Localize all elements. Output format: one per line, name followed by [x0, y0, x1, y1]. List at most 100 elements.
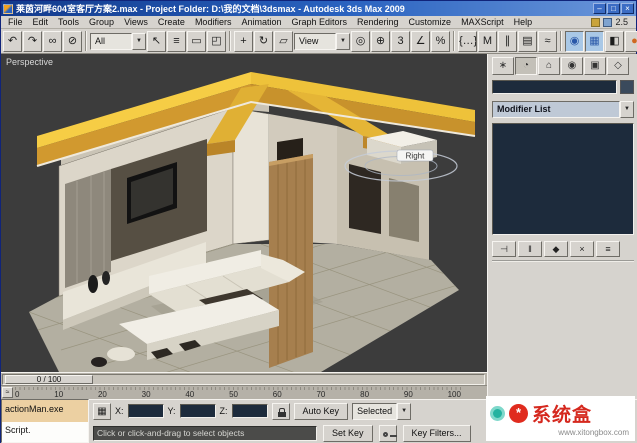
key-filter-selected-dropdown[interactable]: Selected ▼ — [352, 402, 412, 420]
close-button[interactable]: × — [621, 3, 634, 14]
undo-icon[interactable]: ↶ — [3, 30, 22, 52]
chevron-down-icon[interactable]: ▼ — [397, 402, 412, 420]
chevron-down-icon[interactable]: ▼ — [336, 32, 350, 50]
pin-stack-icon[interactable]: ⊣ — [492, 241, 516, 257]
menu-help[interactable]: Help — [509, 17, 538, 27]
tab-modify[interactable]: ◔ — [515, 57, 537, 75]
maximize-button[interactable]: □ — [607, 3, 620, 14]
reference-coordinate-dropdown[interactable]: View ▼ — [294, 32, 350, 50]
render-frame-icon[interactable]: ◧ — [605, 30, 624, 52]
modifier-stack-buttons: ⊣ ‖ ◆ × ≡ — [492, 239, 634, 262]
minimize-button[interactable]: – — [593, 3, 606, 14]
remove-modifier-icon[interactable]: × — [570, 241, 594, 257]
menu-animation[interactable]: Animation — [236, 17, 286, 27]
status-prompt: Click or click-and-drag to select object… — [93, 425, 317, 441]
menu-edit[interactable]: Edit — [28, 17, 54, 27]
menu-modifiers[interactable]: Modifiers — [190, 17, 237, 27]
menu-graph-editors[interactable]: Graph Editors — [286, 17, 352, 27]
absolute-mode-toggle-icon[interactable]: ▦ — [93, 402, 111, 420]
ruler-tick-label: 20 — [97, 390, 107, 399]
menu-customize[interactable]: Customize — [404, 17, 457, 27]
maxscript-mini-listener[interactable]: actionMan.exe Script. — [1, 399, 89, 443]
window-crossing-icon[interactable]: ◰ — [207, 30, 226, 52]
track-bar[interactable]: ≈ 0 10 20 30 40 50 60 70 80 90 100 — [1, 386, 487, 399]
modifier-stack-list[interactable] — [492, 123, 634, 235]
angle-snap-icon[interactable]: ∠ — [411, 30, 430, 52]
configure-modifier-sets-icon[interactable]: ≡ — [596, 241, 620, 257]
y-label: Y: — [167, 406, 176, 416]
select-object-icon[interactable]: ↖ — [147, 30, 166, 52]
menu-views[interactable]: Views — [119, 17, 153, 27]
auto-key-button[interactable]: Auto Key — [293, 402, 349, 420]
menu-create[interactable]: Create — [153, 17, 190, 27]
align-icon[interactable]: ∥ — [498, 30, 517, 52]
listener-line[interactable]: Script. — [2, 422, 88, 442]
tab-display[interactable]: ▣ — [584, 57, 606, 75]
toolbar-separator — [453, 31, 455, 51]
make-unique-icon[interactable]: ◆ — [544, 241, 568, 257]
selection-filter-dropdown[interactable]: All ▼ — [90, 32, 146, 50]
show-end-result-icon[interactable]: ‖ — [518, 241, 542, 257]
modifier-list-dropdown[interactable]: Modifier List ▼ — [492, 101, 634, 118]
unlink-selection-icon[interactable]: ⊘ — [63, 30, 82, 52]
time-slider-track[interactable]: 0 / 100 — [2, 374, 485, 385]
menu-rendering[interactable]: Rendering — [352, 17, 404, 27]
key-filters-button[interactable]: Key Filters... — [402, 424, 471, 442]
curve-editor-icon[interactable]: ≈ — [538, 30, 557, 52]
viewport-perspective[interactable]: Perspective Right — [1, 54, 487, 372]
menu-maxscript[interactable]: MAXScript — [456, 17, 509, 27]
select-and-manipulate-icon[interactable]: ⊕ — [371, 30, 390, 52]
select-and-scale-icon[interactable]: ▱ — [274, 30, 293, 52]
snap-toggle-icon[interactable]: 3 — [391, 30, 410, 52]
select-and-rotate-icon[interactable]: ↻ — [254, 30, 273, 52]
x-coordinate-field[interactable] — [127, 404, 164, 418]
layer-manager-icon[interactable]: ▤ — [518, 30, 537, 52]
main-toolbar: ↶ ↷ ∞ ⊘ All ▼ ↖ ≡ ▭ ◰ + ↻ ▱ View ▼ ◎ ⊕ 3 ∠% {…} M ∥ ▤ ≈… — [1, 29, 637, 54]
object-name-field[interactable] — [492, 80, 617, 94]
named-selection-sets-icon[interactable]: {…} — [458, 30, 477, 52]
ruler-tick-label: 40 — [185, 390, 195, 399]
percent-snap-icon[interactable]: % — [431, 30, 450, 52]
select-and-link-icon[interactable]: ∞ — [43, 30, 62, 52]
viewport-label[interactable]: Perspective — [6, 57, 53, 67]
menu-group[interactable]: Group — [84, 17, 119, 27]
watermark-brand: 系统盒 — [532, 405, 593, 426]
select-by-name-icon[interactable]: ≡ — [167, 30, 186, 52]
menu-file[interactable]: File — [3, 17, 28, 27]
plugin-icon[interactable] — [591, 17, 601, 27]
chevron-down-icon[interactable]: ▼ — [620, 101, 634, 118]
ruler-tick-label: 10 — [54, 390, 64, 399]
tab-hierarchy[interactable]: ⌂ — [538, 57, 560, 75]
use-pivot-center-icon[interactable]: ◎ — [351, 30, 370, 52]
ruler-tick-label: 90 — [403, 390, 413, 399]
tab-utilities[interactable]: ◇ — [607, 57, 629, 75]
render-setup-icon[interactable]: ▦ — [585, 30, 604, 52]
selection-filter-value: All — [90, 32, 132, 50]
tab-motion[interactable]: ◉ — [561, 57, 583, 75]
scene-canvas[interactable]: Right — [1, 54, 487, 372]
menu-tools[interactable]: Tools — [53, 17, 84, 27]
z-coordinate-field[interactable] — [231, 404, 268, 418]
set-key-button[interactable]: Set Key — [323, 424, 373, 442]
y-coordinate-field[interactable] — [179, 404, 216, 418]
quick-render-icon[interactable]: ● — [625, 30, 637, 52]
redo-icon[interactable]: ↷ — [23, 30, 42, 52]
mirror-icon[interactable]: M — [478, 30, 497, 52]
command-panel: ∗ ◔ ⌂ ◉ ▣ ◇ Modifier List ▼ ⊣ ‖ ◆ × ≡ — [487, 54, 637, 399]
watermark-gear-icon: * — [509, 404, 528, 423]
object-color-swatch[interactable] — [620, 80, 634, 94]
plugin-icon-2[interactable] — [603, 17, 613, 27]
titlebar[interactable]: 莱茵河畔604室客厅方案2.max - Project Folder: D:\我… — [1, 1, 636, 16]
open-mini-curve-editor-button[interactable]: ≈ — [2, 387, 13, 398]
set-key-mode-icon[interactable] — [378, 424, 397, 442]
macro-recorder-line[interactable]: actionMan.exe — [2, 400, 88, 422]
chevron-down-icon[interactable]: ▼ — [132, 32, 146, 50]
select-and-move-icon[interactable]: + — [234, 30, 253, 52]
reference-coordinate-value: View — [294, 32, 336, 50]
time-slider-handle[interactable]: 0 / 100 — [5, 375, 93, 384]
toolbar-transform-group: + ↻ ▱ — [234, 30, 293, 52]
material-editor-icon[interactable]: ◉ — [565, 30, 584, 52]
tab-create[interactable]: ∗ — [492, 57, 514, 75]
selection-lock-icon[interactable] — [271, 402, 290, 420]
rectangular-selection-icon[interactable]: ▭ — [187, 30, 206, 52]
